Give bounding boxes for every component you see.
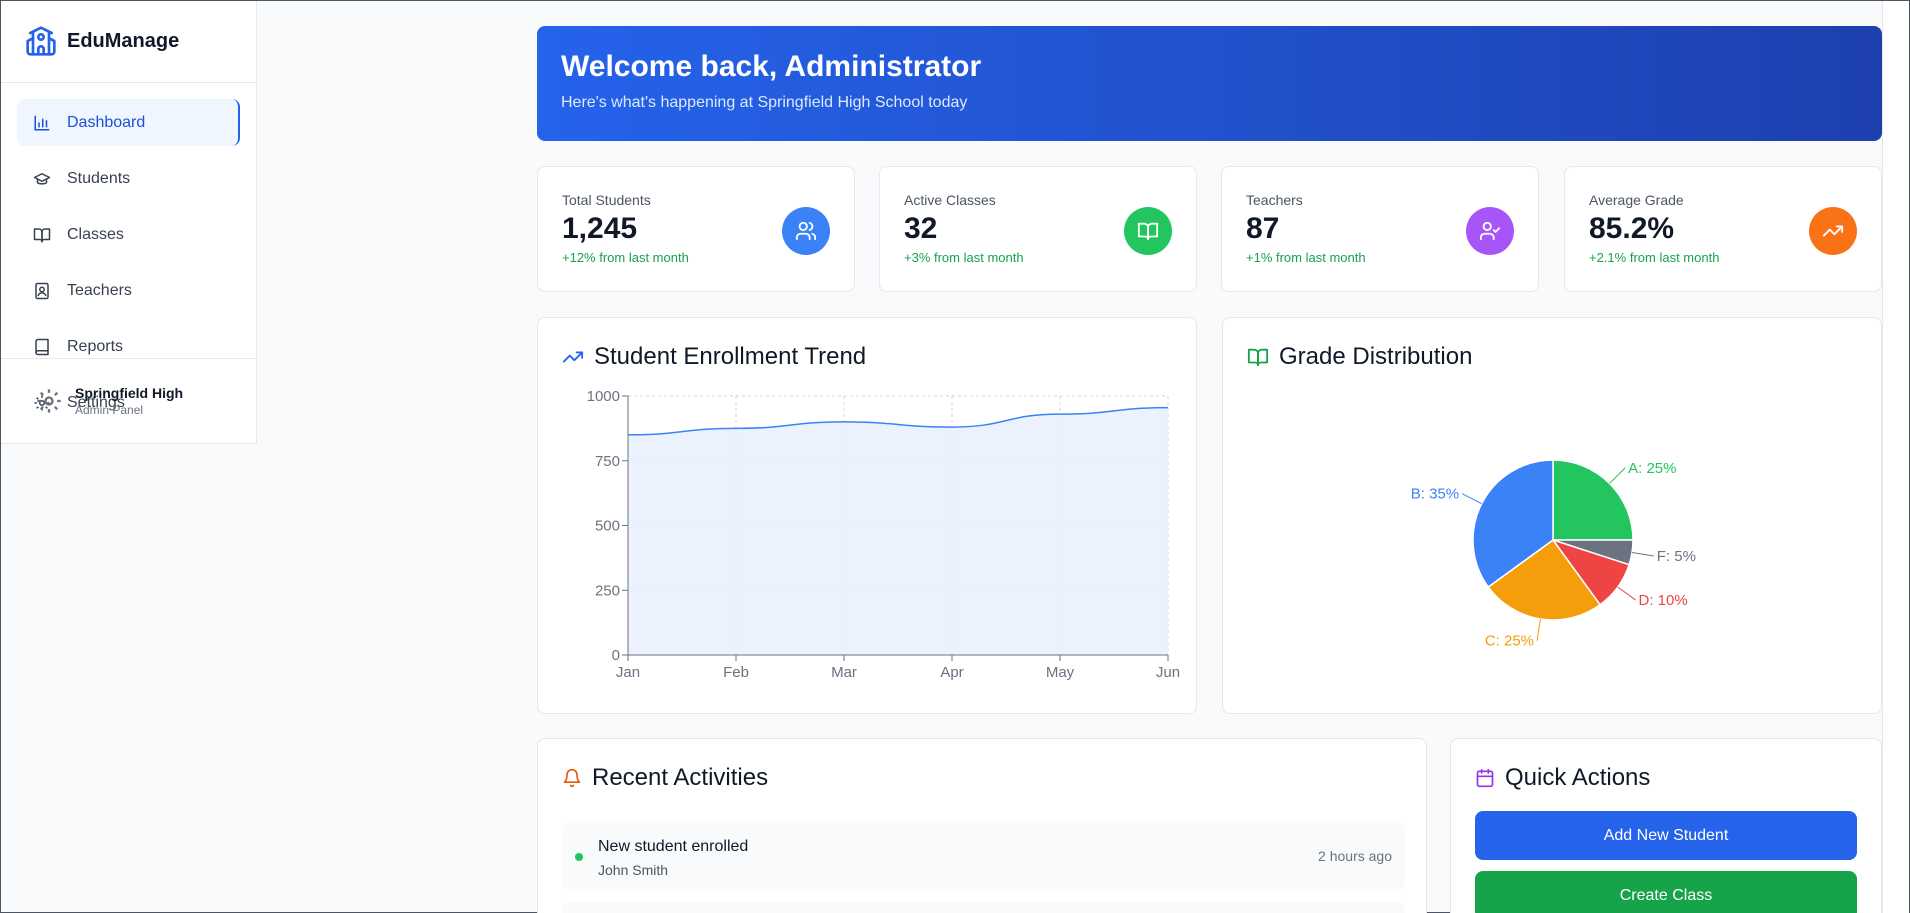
stat-change: +3% from last month: [904, 250, 1024, 265]
stat-card-total-students: Total Students 1,245 +12% from last mont…: [537, 166, 855, 292]
y-tick-label: 250: [595, 582, 620, 599]
book-open-icon: [33, 227, 51, 242]
stat-card-average-grade: Average Grade 85.2% +2.1% from last mont…: [1564, 166, 1882, 292]
slice-connector: [1617, 586, 1636, 601]
quick-actions-title: Quick Actions: [1505, 764, 1651, 791]
school-name: Springfield High: [75, 385, 184, 401]
slice-connector: [1609, 467, 1626, 484]
book-open-icon: [1124, 207, 1172, 255]
stat-label: Active Classes: [904, 192, 996, 208]
slice-label: B: 35%: [1411, 486, 1459, 503]
list-item[interactable]: [562, 902, 1405, 913]
users-icon: [782, 207, 830, 255]
x-tick-label: Mar: [831, 664, 857, 681]
sidebar-item-label: Teachers: [67, 281, 132, 299]
stat-change: +2.1% from last month: [1589, 250, 1720, 265]
slice-label: D: 10%: [1639, 592, 1688, 609]
add-new-student-button[interactable]: Add New Student: [1475, 811, 1857, 860]
area-fill: [628, 407, 1168, 655]
scrollbar[interactable]: [1882, 1, 1909, 913]
card-title: Recent Activities: [562, 764, 768, 792]
welcome-title: Welcome back, Administrator: [561, 50, 982, 83]
sidebar-item-label: Dashboard: [67, 113, 146, 131]
y-tick-label: 1000: [587, 388, 620, 405]
slice-label: C: 25%: [1485, 633, 1534, 650]
create-class-button[interactable]: Create Class: [1475, 871, 1857, 913]
grade-pie-chart: A: 25% F: 5% D: 10% C: 25% B: 35%: [1411, 459, 1696, 650]
trending-up-icon: [1809, 207, 1857, 255]
activities-title: Recent Activities: [592, 764, 769, 791]
quick-actions-card: Quick Actions Add New Student Create Cla…: [1450, 738, 1882, 913]
sidebar-footer: Springfield High Admin Panel: [1, 358, 257, 444]
sidebar-item-students[interactable]: Students: [17, 155, 240, 202]
sidebar-item-label: Classes: [67, 225, 124, 243]
sidebar-item-label: Students: [67, 169, 131, 187]
activity-subtitle: John Smith: [598, 862, 669, 878]
sidebar-item-label: Reports: [67, 337, 124, 355]
x-tick-label: Jan: [616, 664, 640, 681]
slice-label: A: 25%: [1628, 460, 1676, 477]
app-name: EduManage: [67, 29, 180, 52]
stat-label: Teachers: [1246, 192, 1303, 208]
calendar-icon: [1476, 768, 1494, 788]
stat-label: Average Grade: [1589, 192, 1684, 208]
stat-label: Total Students: [562, 192, 651, 208]
sidebar-item-classes[interactable]: Classes: [17, 211, 240, 258]
list-item[interactable]: New student enrolled John Smith 2 hours …: [562, 823, 1405, 891]
bell-icon: [563, 768, 581, 788]
x-tick-label: Apr: [940, 664, 963, 681]
y-tick-label: 0: [612, 647, 620, 664]
welcome-banner: Welcome back, Administrator Here's what'…: [537, 26, 1882, 141]
book-icon: [35, 338, 49, 355]
sidebar-item-teachers[interactable]: Teachers: [17, 267, 240, 314]
x-tick-label: May: [1046, 664, 1075, 681]
school-info[interactable]: Springfield High Admin Panel: [35, 385, 183, 417]
app-logo[interactable]: EduManage: [25, 25, 179, 57]
app-window: EduManage Dashboard Students Classes Tea…: [0, 0, 1910, 913]
y-tick-label: 750: [595, 453, 620, 470]
stat-card-teachers: Teachers 87 +1% from last month: [1221, 166, 1539, 292]
slice-connector: [1536, 618, 1541, 641]
x-tick-label: Feb: [723, 664, 749, 681]
school-subtitle: Admin Panel: [75, 403, 144, 417]
slice-connector: [1461, 493, 1482, 505]
x-tick-label: Jun: [1156, 664, 1180, 681]
activity-time: 2 hours ago: [1318, 848, 1392, 864]
stat-card-active-classes: Active Classes 32 +3% from last month: [879, 166, 1197, 292]
bar-chart-icon: [34, 115, 50, 130]
sidebar: EduManage Dashboard Students Classes Tea…: [1, 1, 257, 444]
enrollment-chart-card: Student Enrollment Trend 0 250 500 750 1000 J…: [537, 317, 1197, 714]
sidebar-item-dashboard[interactable]: Dashboard: [17, 99, 240, 146]
stat-change: +1% from last month: [1246, 250, 1366, 265]
stat-change: +12% from last month: [562, 250, 689, 265]
card-title: Quick Actions: [1475, 764, 1650, 792]
grade-distribution-card: Grade Distribution A: 25% F: 5% D: 10% C: 2…: [1222, 317, 1882, 714]
slice-connector: [1631, 552, 1654, 557]
welcome-subtitle: Here's what's happening at Springfield H…: [561, 94, 968, 111]
status-dot: [575, 853, 583, 861]
user-check-icon: [1466, 207, 1514, 255]
contact-book-icon: [35, 282, 49, 299]
activity-title: New student enrolled: [598, 838, 749, 855]
school-icon: [26, 26, 56, 56]
enrollment-area-chart: 0 250 500 750 1000 Jan Feb Mar Apr May Jun: [587, 388, 1180, 681]
slice-label: F: 5%: [1657, 548, 1696, 565]
graduation-cap-icon: [33, 172, 51, 185]
gear-icon: [37, 389, 61, 413]
recent-activities-card: Recent Activities New student enrolled J…: [537, 738, 1427, 913]
y-tick-label: 500: [595, 518, 620, 535]
divider: [1, 82, 257, 83]
